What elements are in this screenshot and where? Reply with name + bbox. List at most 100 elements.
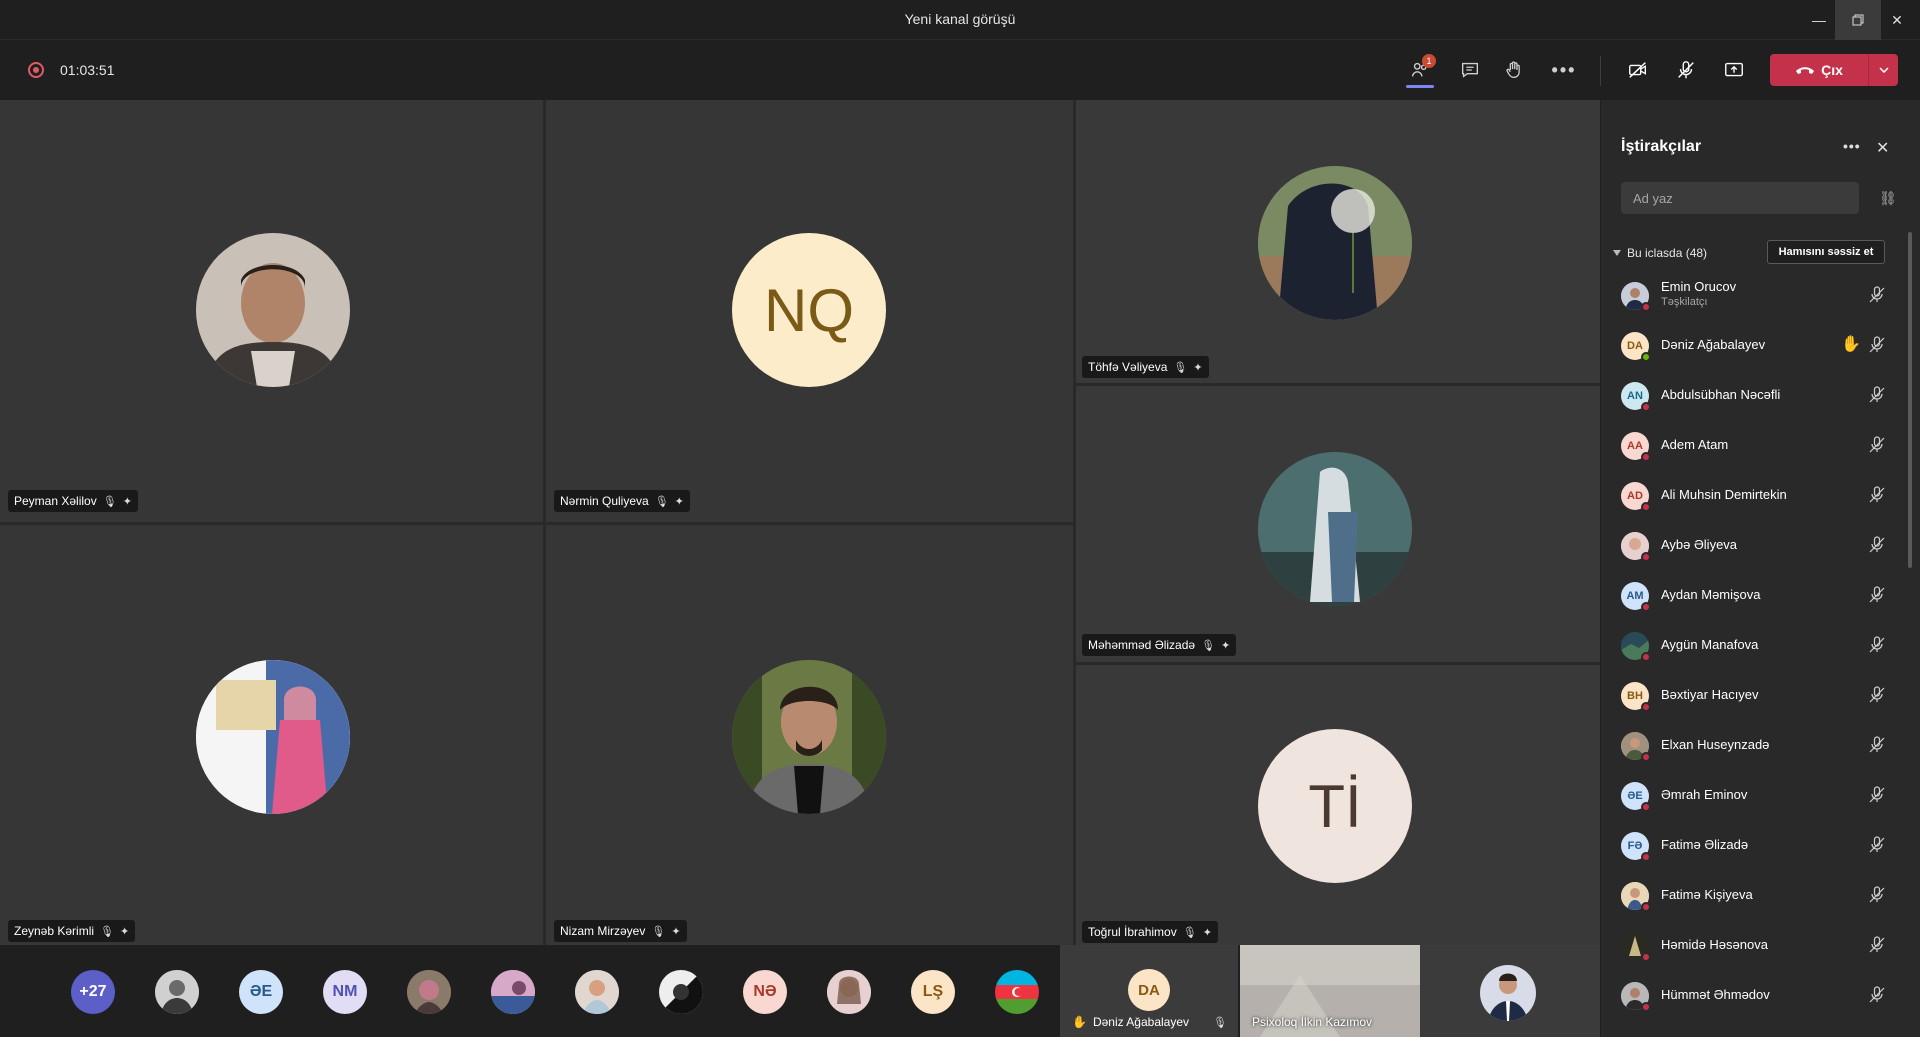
panel-scrollbar[interactable]	[1908, 232, 1912, 568]
mic-off-icon	[1869, 586, 1885, 603]
participant-row[interactable]: Hümmət Əhmədov	[1601, 970, 1907, 1020]
participant-row[interactable]: Fatimə Kişiyeva	[1601, 870, 1907, 920]
strip-avatar[interactable]: NƏ	[743, 970, 787, 1014]
participant-name: Nərmin Quliyeva	[560, 494, 649, 508]
strip-avatar[interactable]	[491, 970, 535, 1014]
participants-button[interactable]: 1	[1400, 50, 1440, 90]
participant-name: Aybə Əliyeva	[1661, 537, 1738, 552]
share-link-icon[interactable]: ⛓	[1879, 190, 1897, 207]
mic-off-icon	[1869, 286, 1885, 303]
participant-name: Bəxtiyar Hacıyev	[1661, 687, 1759, 702]
mic-off-icon: 🎙	[102, 495, 117, 508]
avatar-initials: NQ	[764, 276, 854, 344]
video-tile[interactable]: Məhəmməd Əlizadə 🎙 ✦	[1076, 386, 1600, 662]
chat-icon	[1461, 62, 1479, 78]
participant-row[interactable]: AD Ali Muhsin Demirtekin	[1601, 470, 1907, 520]
participant-name: Emin Orucov	[1661, 279, 1737, 294]
participant-photo	[1258, 166, 1412, 320]
participant-row[interactable]: FƏ Fatimə Əlizadə	[1601, 820, 1907, 870]
name-tag: Toğrul İbrahimov 🎙 ✦	[1082, 921, 1218, 943]
mic-toggle-button[interactable]	[1666, 50, 1706, 90]
camera-toggle-button[interactable]	[1618, 50, 1658, 90]
strip-avatar[interactable]: ƏE	[239, 970, 283, 1014]
leave-main[interactable]: Çıx	[1770, 62, 1868, 78]
participant-row[interactable]: Emin Orucov Təşkilatçı	[1601, 270, 1907, 320]
mic-off-icon	[1869, 486, 1885, 503]
section-toggle[interactable]: Bu iclasda (48)	[1613, 246, 1707, 260]
recording-icon	[28, 62, 44, 78]
participant-name: Aydan Məmişova	[1661, 587, 1761, 602]
participant-name: Ali Muhsin Demirtekin	[1661, 487, 1787, 502]
participant-photo	[196, 233, 350, 387]
video-tile[interactable]: NQ Nərmin Quliyeva 🎙 ✦	[546, 100, 1073, 522]
video-tile[interactable]: Nizam Mirzəyev 🎙 ✦	[546, 525, 1073, 945]
participant-row[interactable]: Elxan Huseynzadə	[1601, 720, 1907, 770]
participant-row[interactable]: Aybə Əliyeva	[1601, 520, 1907, 570]
strip-avatar[interactable]	[575, 970, 619, 1014]
strip-avatar-flag[interactable]	[995, 970, 1039, 1014]
strip-avatar[interactable]	[407, 970, 451, 1014]
participant-name: Aygün Manafova	[1661, 637, 1759, 652]
participant-avatar: Tİ	[1258, 729, 1412, 883]
more-actions-button[interactable]: •••	[1544, 50, 1584, 90]
video-tile-small[interactable]: Psixoloq İlkin Kazımov	[1240, 945, 1420, 1037]
strip-avatar[interactable]	[659, 970, 703, 1014]
participant-name: Hümmət Əhmədov	[1661, 987, 1770, 1002]
strip-avatar[interactable]: NM	[323, 970, 367, 1014]
participant-name: Əmrah Eminov	[1661, 787, 1748, 802]
leave-button[interactable]: Çıx	[1770, 54, 1898, 86]
video-tile[interactable]: Tİ Toğrul İbrahimov 🎙 ✦	[1076, 665, 1600, 945]
status-dot	[1641, 502, 1651, 512]
camera-off-icon	[1629, 62, 1647, 78]
participant-name: Dəniz Ağabalayev	[1661, 337, 1766, 352]
leave-options-chevron-down-icon[interactable]	[1868, 54, 1898, 86]
participants-badge: 1	[1422, 54, 1436, 68]
share-screen-button[interactable]	[1714, 50, 1754, 90]
search-input[interactable]: Ad yaz	[1621, 182, 1859, 214]
participant-name: Peyman Xəlilov	[14, 494, 97, 508]
video-tile[interactable]: Peyman Xəlilov 🎙 ✦	[0, 100, 543, 522]
participant-name: Fatimə Əlizadə	[1661, 837, 1749, 852]
meeting-toolbar: 01:03:51 1 ••• Çıx	[0, 40, 1920, 100]
participant-name: Psixoloq İlkin Kazımov	[1252, 1015, 1373, 1029]
mic-off-icon	[1869, 386, 1885, 403]
status-dot	[1641, 902, 1651, 912]
raise-hand-button[interactable]	[1494, 50, 1534, 90]
mic-off-icon	[1869, 686, 1885, 703]
participant-row[interactable]: Həmidə Həsənova	[1601, 920, 1907, 970]
panel-more-options-icon[interactable]: •••	[1843, 138, 1861, 154]
video-stage: Peyman Xəlilov 🎙 ✦ NQ Nərmin Quliyeva 🎙 …	[0, 100, 1600, 945]
participant-row[interactable]: AA Adem Atam	[1601, 420, 1907, 470]
mic-off-icon: 🎙	[651, 925, 666, 938]
mute-all-button[interactable]: Hamısını səssiz et	[1767, 240, 1885, 264]
strip-avatar[interactable]: LŞ	[911, 970, 955, 1014]
self-view-tile[interactable]	[1420, 945, 1600, 1037]
pin-icon: ✦	[671, 925, 681, 938]
close-window-button[interactable]: ✕	[1874, 0, 1920, 40]
name-tag: ✋ Dəniz Ağabalayev 🎙	[1072, 1015, 1227, 1029]
participant-row[interactable]: DA Dəniz Ağabalayev ✋	[1601, 320, 1907, 370]
video-tile[interactable]: Töhfə Vəliyeva 🎙 ✦	[1076, 100, 1600, 383]
participants-panel: İştirakçılar Ad yaz ⛓ Bu iclasda (48) Ha…	[1600, 100, 1920, 1037]
mic-off-icon: 🎙	[100, 925, 114, 938]
mic-off-icon	[1869, 886, 1885, 903]
video-tile-small[interactable]: DA ✋ Dəniz Ağabalayev 🎙	[1060, 945, 1238, 1037]
close-panel-icon[interactable]: ✕	[1876, 138, 1889, 158]
participant-row[interactable]: Aygün Manafova	[1601, 620, 1907, 670]
participant-row[interactable]: AN Abdulsübhan Nəcəfli	[1601, 370, 1907, 420]
chat-button[interactable]	[1450, 50, 1490, 90]
participant-name: Fatimə Kişiyeva	[1661, 887, 1753, 902]
participant-row[interactable]: AM Aydan Məmişova	[1601, 570, 1907, 620]
overflow-participants-button[interactable]: +27	[71, 970, 115, 1014]
pin-icon: ✦	[122, 495, 132, 508]
participant-row[interactable]: ƏE Əmrah Eminov	[1601, 770, 1907, 820]
strip-avatar[interactable]	[827, 970, 871, 1014]
participant-name: Adem Atam	[1661, 437, 1729, 452]
self-avatar	[1480, 965, 1536, 1021]
name-tag: Töhfə Vəliyeva 🎙 ✦	[1082, 356, 1209, 378]
video-tile[interactable]: Zeynəb Kərimli 🎙 ✦	[0, 525, 543, 945]
mic-off-icon: 🎙	[1213, 1016, 1227, 1029]
more-icon: •••	[1551, 59, 1577, 80]
participant-row[interactable]: BH Bəxtiyar Hacıyev	[1601, 670, 1907, 720]
strip-avatar[interactable]	[155, 970, 199, 1014]
